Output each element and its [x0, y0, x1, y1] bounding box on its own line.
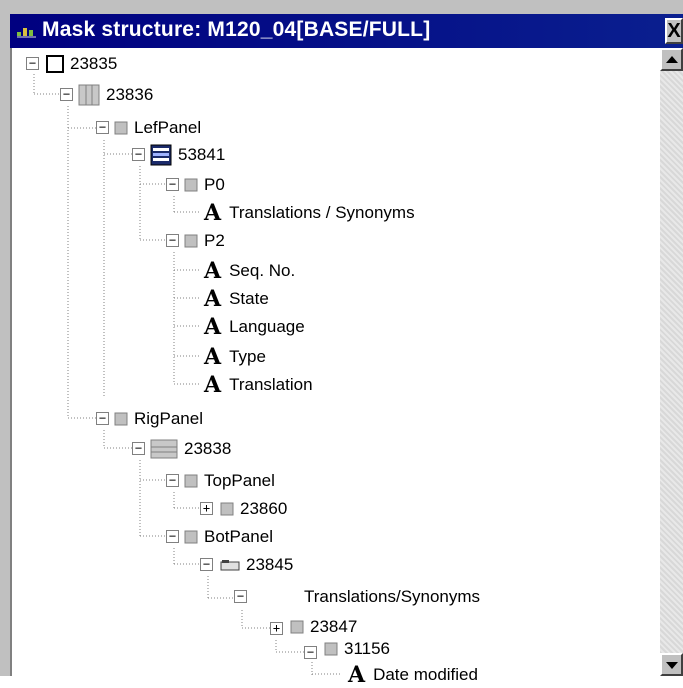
panel-icon: [184, 530, 198, 544]
tree-node-language[interactable]: A Language: [204, 314, 305, 340]
panel-icon: [114, 121, 128, 135]
tab-icon: [220, 560, 240, 571]
tree-view[interactable]: − − − − − − − − − + − − − + − 23835 2383…: [10, 48, 660, 686]
panel-icon: [184, 178, 198, 192]
tree-node-translations-synonyms[interactable]: A Translations / Synonyms: [204, 200, 415, 226]
text-field-icon: A: [348, 662, 366, 688]
panel-icon: [324, 642, 338, 656]
collapse-toggle[interactable]: −: [166, 178, 179, 191]
node-label: State: [229, 289, 269, 308]
tree-node-toppanel[interactable]: TopPanel: [184, 468, 275, 494]
collapse-toggle[interactable]: −: [132, 442, 145, 455]
collapse-toggle[interactable]: −: [166, 234, 179, 247]
node-label: 23845: [246, 555, 294, 574]
text-field-icon: A: [204, 344, 222, 370]
title-bar[interactable]: Mask structure: M120_04[BASE/FULL] X: [10, 14, 683, 48]
tree-node-lefpanel[interactable]: LefPanel: [114, 115, 201, 141]
collapse-toggle[interactable]: −: [166, 530, 179, 543]
node-label: 31156: [344, 639, 391, 658]
tree-node-23860[interactable]: 23860: [220, 496, 287, 522]
node-label: BotPanel: [204, 527, 273, 546]
tree-node-23836[interactable]: 23836: [78, 82, 153, 108]
arrow-down-icon: [666, 662, 678, 669]
form-icon: [150, 144, 172, 166]
arrow-up-icon: [666, 56, 678, 63]
text-field-icon: A: [204, 286, 222, 312]
collapse-toggle[interactable]: −: [96, 412, 109, 425]
node-label: Language: [229, 317, 305, 336]
tree-node-date-modified[interactable]: A Date modified: [348, 662, 478, 688]
square-icon: [46, 55, 64, 73]
node-label: 23835: [70, 54, 118, 73]
tree-node-23835[interactable]: 23835: [46, 51, 117, 77]
node-label: RigPanel: [134, 409, 203, 428]
node-label: P2: [204, 231, 225, 250]
node-label: LefPanel: [134, 118, 202, 137]
window-title: Mask structure: M120_04[BASE/FULL]: [42, 18, 431, 41]
grid-panel-icon: [78, 84, 100, 106]
node-label: P0: [204, 175, 225, 194]
expand-toggle[interactable]: +: [200, 502, 213, 515]
close-button[interactable]: X: [665, 18, 683, 44]
tree-node-state[interactable]: A State: [204, 286, 269, 312]
vertical-scrollbar[interactable]: [660, 48, 683, 676]
tree-node-seq-no[interactable]: A Seq. No.: [204, 258, 295, 284]
tree-node-p0[interactable]: P0: [184, 172, 225, 198]
text-field-icon: A: [204, 258, 222, 284]
tree-node-23838[interactable]: 23838: [150, 436, 231, 462]
tree-node-type[interactable]: A Type: [204, 344, 266, 370]
panel-icon: [114, 412, 128, 426]
collapse-toggle[interactable]: −: [304, 646, 317, 659]
tree-node-p2[interactable]: P2: [184, 228, 225, 254]
tree-node-rigpanel[interactable]: RigPanel: [114, 406, 203, 432]
tree-node-translations-synonyms-tab[interactable]: Translations/Synonyms: [304, 584, 480, 610]
scroll-up-button[interactable]: [660, 48, 683, 71]
node-label: 23847: [310, 617, 358, 636]
node-label: Translations / Synonyms: [229, 203, 415, 222]
grid-panel-icon: [150, 439, 178, 459]
tree-node-translation[interactable]: A Translation: [204, 372, 313, 398]
tree-node-23845[interactable]: 23845: [220, 552, 293, 578]
tree-node-31156[interactable]: 31156: [324, 636, 390, 662]
tree-connector-lines: [33, 74, 342, 676]
mask-structure-window: Mask structure: M120_04[BASE/FULL] X − −…: [0, 0, 683, 686]
tree-node-53841[interactable]: 53841: [150, 142, 225, 168]
structure-icon: [17, 28, 36, 38]
node-label: Date modified: [373, 665, 478, 684]
collapse-toggle[interactable]: −: [234, 590, 247, 603]
node-label: Type: [229, 347, 266, 366]
node-label: 23838: [184, 439, 232, 458]
panel-icon: [184, 234, 198, 248]
text-field-icon: A: [204, 372, 222, 398]
node-label: 23860: [240, 499, 288, 518]
text-field-icon: A: [204, 200, 222, 226]
collapse-toggle[interactable]: −: [166, 474, 179, 487]
scroll-down-button[interactable]: [660, 653, 683, 676]
panel-icon: [184, 474, 198, 488]
panel-icon: [290, 620, 304, 634]
text-field-icon: A: [204, 314, 222, 340]
collapse-toggle[interactable]: −: [200, 558, 213, 571]
collapse-toggle[interactable]: −: [132, 148, 145, 161]
node-label: 23836: [106, 85, 154, 104]
tree-node-botpanel[interactable]: BotPanel: [184, 524, 273, 550]
node-label: Translation: [229, 375, 313, 394]
node-label: TopPanel: [204, 471, 275, 490]
collapse-toggle[interactable]: −: [96, 121, 109, 134]
node-label: 53841: [178, 145, 226, 164]
expand-toggle[interactable]: +: [270, 622, 283, 635]
collapse-toggle[interactable]: −: [60, 88, 73, 101]
node-label: Seq. No.: [229, 261, 296, 280]
node-label: Translations/Synonyms: [304, 587, 481, 606]
panel-icon: [220, 502, 234, 516]
collapse-toggle[interactable]: −: [26, 57, 39, 70]
